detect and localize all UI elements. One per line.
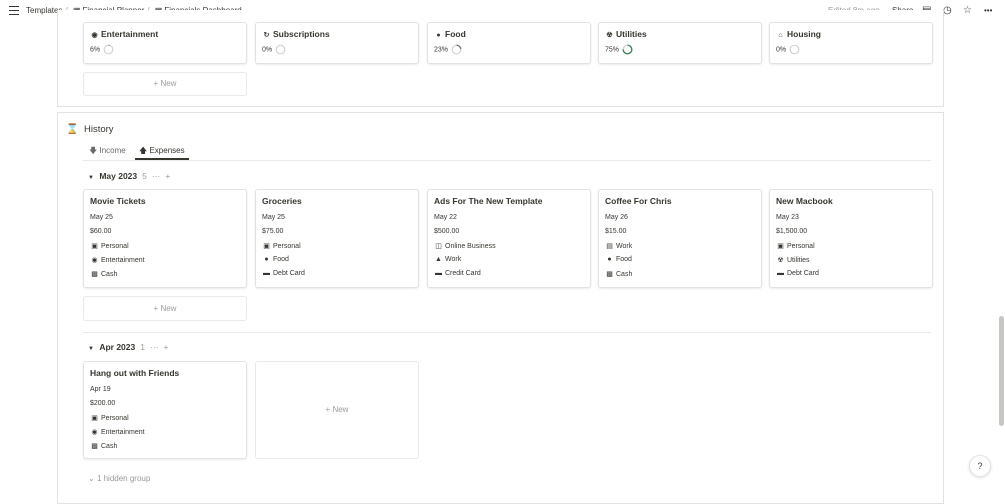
group-more-button[interactable]: ··· — [150, 342, 159, 352]
progress-ring — [622, 44, 633, 55]
scrollbar[interactable] — [999, 316, 1004, 426]
group-add-button[interactable]: + — [165, 171, 170, 181]
star-icon[interactable]: ☆ — [963, 5, 972, 16]
budget-card[interactable]: ⌂ Housing 0% — [769, 22, 933, 64]
cash-icon: ▩ — [91, 443, 98, 450]
monitor-icon: ◫ — [435, 243, 442, 250]
progress-ring — [789, 44, 800, 55]
new-card-button[interactable]: + New — [83, 72, 247, 96]
menu-icon[interactable] — [9, 6, 19, 15]
entertainment-icon: ◉ — [91, 257, 98, 264]
more-icon[interactable]: ••• — [984, 6, 992, 15]
group-count: 5 — [142, 171, 147, 181]
new-card-button[interactable]: + New — [83, 296, 247, 321]
progress-ring — [451, 44, 462, 55]
person-icon: ▣ — [263, 243, 270, 250]
food-icon: ● — [607, 256, 612, 263]
arrow-down-icon: 🡇 — [89, 146, 98, 155]
expense-card[interactable]: Hang out with Friends Apr 19 $200.00 ▣ Pe… — [83, 361, 247, 459]
card-icon: ▬ — [435, 270, 442, 277]
expense-card[interactable]: Movie Tickets May 25 $60.00 ▣ Personal ◉ E… — [83, 189, 247, 288]
food-icon: ● — [264, 256, 269, 263]
cash-icon: ▩ — [91, 271, 98, 278]
briefcase-icon: ▲ — [435, 256, 442, 263]
person-icon: ▣ — [777, 243, 784, 250]
group-divider — [83, 332, 931, 333]
budget-card[interactable]: ☢ Utilities 75% — [598, 22, 762, 64]
chevron-down-icon: ⌄ — [88, 474, 95, 483]
help-button[interactable]: ? — [969, 455, 991, 477]
history-title: History — [84, 124, 114, 135]
card-icon: ▬ — [777, 270, 784, 277]
person-icon: ▣ — [91, 243, 98, 250]
group-header[interactable]: ▼ May 2023 5 ··· + — [88, 171, 170, 181]
hidden-groups-toggle[interactable]: ⌄ 1 hidden group — [88, 474, 150, 483]
arrow-up-icon: 🡅 — [139, 146, 148, 155]
group-add-button[interactable]: + — [163, 342, 168, 352]
housing-icon: ⌂ — [778, 32, 783, 39]
expense-card[interactable]: Groceries May 25 $75.00 ▣ Personal ● Food … — [255, 189, 419, 288]
tabs-divider — [83, 160, 931, 161]
budget-card[interactable]: ● Food 23% — [427, 22, 591, 64]
card-icon: ▬ — [263, 270, 270, 277]
budget-card[interactable]: ↻ Subscriptions 0% — [255, 22, 419, 64]
budget-card[interactable]: ◉ Entertainment 6% — [83, 22, 247, 64]
progress-ring — [275, 44, 286, 55]
hourglass-icon: ⌛ — [66, 124, 79, 135]
subscriptions-icon: ↻ — [263, 32, 270, 39]
food-icon: ● — [436, 32, 441, 39]
group-more-button[interactable]: ··· — [152, 171, 161, 181]
cash-icon: ▩ — [606, 271, 613, 278]
entertainment-icon: ◉ — [91, 429, 98, 436]
clock-icon[interactable]: ◷ — [943, 5, 952, 16]
expense-card[interactable]: New Macbook May 23 $1,500.00 ▣ Personal ☢… — [769, 189, 933, 288]
briefcase-icon: ▤ — [606, 243, 613, 250]
person-icon: ▣ — [91, 415, 98, 422]
progress-ring — [103, 44, 114, 55]
entertainment-icon: ◉ — [91, 32, 98, 39]
tab-expenses[interactable]: 🡅 Expenses — [139, 145, 185, 159]
expense-card[interactable]: Ads For The New Template May 22 $500.00 … — [427, 189, 591, 288]
group-header[interactable]: ▼ Apr 2023 1 ··· + — [88, 342, 168, 352]
collapse-triangle-icon[interactable]: ▼ — [88, 175, 94, 181]
tab-income[interactable]: 🡇 Income — [89, 145, 126, 159]
collapse-triangle-icon[interactable]: ▼ — [88, 346, 94, 352]
expense-card[interactable]: Coffee For Chris May 26 $15.00 ▤ Work ● Fo… — [598, 189, 762, 288]
new-card-button[interactable]: + New — [255, 361, 419, 459]
utilities-icon: ☢ — [606, 32, 613, 39]
group-count: 1 — [140, 342, 145, 352]
utilities-icon: ☢ — [777, 257, 784, 264]
